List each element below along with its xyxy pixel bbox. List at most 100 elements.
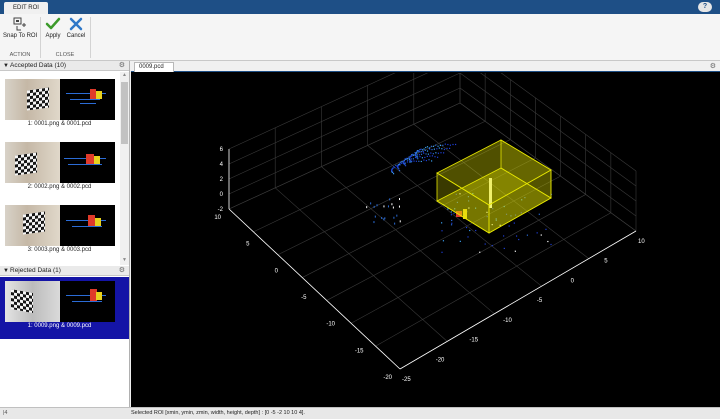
- collapse-triangle-icon[interactable]: ▼: [3, 266, 9, 276]
- item-caption: 1: 0001.png & 0001.pcd: [27, 121, 92, 127]
- cloud-point: [538, 213, 540, 215]
- status-text: Selected ROI [xmin, ymin, zmin, width, h…: [131, 410, 305, 416]
- x-axis-line: [228, 208, 401, 370]
- apply-button[interactable]: Apply: [44, 16, 62, 39]
- cloud-point: [409, 158, 411, 160]
- cloud-point: [451, 219, 453, 222]
- cloud-point: [415, 160, 417, 162]
- roi-cuboid[interactable]: [436, 139, 552, 234]
- cloud-point: [436, 148, 438, 150]
- cloud-point: [446, 147, 448, 150]
- cloud-point: [449, 147, 451, 149]
- x-tick-label: 5: [246, 242, 250, 248]
- scrollbar-thumb[interactable]: [121, 82, 128, 144]
- status-bar: |4 Selected ROI [xmin, ymin, zmin, width…: [0, 407, 720, 419]
- cloud-point: [398, 198, 400, 201]
- cloud-point: [401, 160, 403, 163]
- document-tab-bar: 0009.pcd ⚙: [131, 61, 720, 72]
- section-label-close: CLOSE: [55, 52, 75, 58]
- list-item[interactable]: 1: 0001.png & 0001.pcd: [3, 77, 116, 135]
- cloud-point: [403, 161, 405, 163]
- cloud-point: [409, 159, 411, 161]
- cloud-point: [423, 148, 425, 150]
- gear-icon[interactable]: ⚙: [119, 61, 125, 71]
- cancel-label: Cancel: [66, 33, 86, 39]
- cloud-point: [428, 147, 430, 149]
- cloud-point: [407, 157, 409, 160]
- item-caption: 3: 0003.png & 0003.pcd: [27, 247, 92, 253]
- cloud-point: [413, 154, 415, 156]
- cloud-point: [430, 152, 432, 154]
- z-tick-label: 0: [220, 192, 224, 198]
- cloud-point: [421, 149, 424, 151]
- cloud-point: [449, 144, 452, 146]
- list-item[interactable]: 2: 0002.png & 0002.pcd: [3, 140, 116, 198]
- scroll-down-arrow-icon[interactable]: ▼: [120, 257, 129, 265]
- snap-to-roi-label: Snap To ROI: [3, 33, 38, 39]
- cloud-point: [392, 206, 394, 209]
- cloud-point: [515, 235, 518, 237]
- status-indicator: |4: [3, 410, 8, 416]
- list-item[interactable]: 3: 0003.png & 0003.pcd: [3, 203, 116, 261]
- cloud-point: [435, 144, 437, 146]
- cloud-point: [431, 148, 433, 151]
- cloud-point: [383, 205, 385, 208]
- z-tick-label: 6: [220, 147, 224, 153]
- y-tick-label: 0: [571, 278, 575, 284]
- cloud-point: [410, 155, 412, 157]
- rejected-data-header[interactable]: ▼ Rejected Data (1) ⚙: [0, 266, 129, 276]
- cloud-point: [420, 151, 423, 153]
- cloud-point: [437, 156, 439, 158]
- collapse-triangle-icon[interactable]: ▼: [3, 61, 9, 71]
- cloud-point: [508, 225, 510, 227]
- cloud-point: [444, 143, 446, 145]
- x-tick-label: 10: [214, 215, 221, 221]
- snap-to-roi-button[interactable]: Snap To ROI: [3, 16, 37, 39]
- list-item-selected[interactable]: 1: 0009.png & 0009.pcd: [0, 277, 129, 339]
- cloud-point: [545, 228, 547, 230]
- cloud-point: [394, 222, 396, 225]
- gear-icon[interactable]: ⚙: [119, 266, 125, 276]
- cloud-point: [410, 158, 412, 160]
- cloud-point: [366, 206, 368, 209]
- cloud-point: [391, 170, 393, 172]
- cloud-point: [465, 226, 468, 229]
- cloud-point: [423, 152, 425, 154]
- section-divider: [90, 17, 91, 58]
- cloud-point: [427, 153, 429, 155]
- accepted-list-scrollbar[interactable]: ▲ ▼: [120, 72, 129, 265]
- x-tick-label: -10: [326, 322, 335, 328]
- rejected-data-list: 1: 0009.png & 0009.pcd: [0, 277, 129, 407]
- cloud-point: [425, 146, 427, 149]
- gear-icon[interactable]: ⚙: [710, 61, 716, 72]
- item-caption: 1: 0009.png & 0009.pcd: [27, 323, 92, 329]
- cloud-point: [547, 240, 549, 243]
- cloud-point: [435, 152, 437, 154]
- cloud-point: [441, 251, 443, 253]
- cloud-point: [550, 243, 552, 246]
- cloud-point: [425, 153, 427, 155]
- cloud-point: [396, 214, 398, 217]
- tab-edit-roi[interactable]: EDIT ROI: [4, 2, 48, 14]
- scroll-up-arrow-icon[interactable]: ▲: [120, 72, 129, 80]
- point-cloud-axes[interactable]: 6420-2 1050-5-10-15-20 -25-20-15-10-5051…: [131, 73, 720, 407]
- cloud-point: [425, 159, 428, 162]
- cloud-point: [415, 154, 417, 156]
- snap-roi-icon: [13, 17, 26, 31]
- help-button[interactable]: ?: [698, 2, 712, 12]
- cloud-point: [423, 159, 425, 161]
- thumbnail-image: [5, 281, 115, 322]
- cancel-button[interactable]: Cancel: [65, 16, 87, 39]
- cloud-point: [412, 153, 414, 155]
- cloud-point: [416, 154, 418, 156]
- cloud-point: [392, 167, 394, 169]
- cloud-point: [413, 160, 415, 162]
- accepted-data-header[interactable]: ▼ Accepted Data (10) ⚙: [0, 61, 129, 71]
- document-tab[interactable]: 0009.pcd: [134, 62, 174, 72]
- y-tick-label: -25: [402, 377, 411, 383]
- rejected-thumbnail: 1: 0009.png & 0009.pcd: [3, 279, 116, 337]
- cloud-point: [422, 151, 424, 153]
- cloud-point: [467, 236, 469, 238]
- cloud-point: [400, 161, 402, 163]
- cloud-point: [484, 243, 486, 245]
